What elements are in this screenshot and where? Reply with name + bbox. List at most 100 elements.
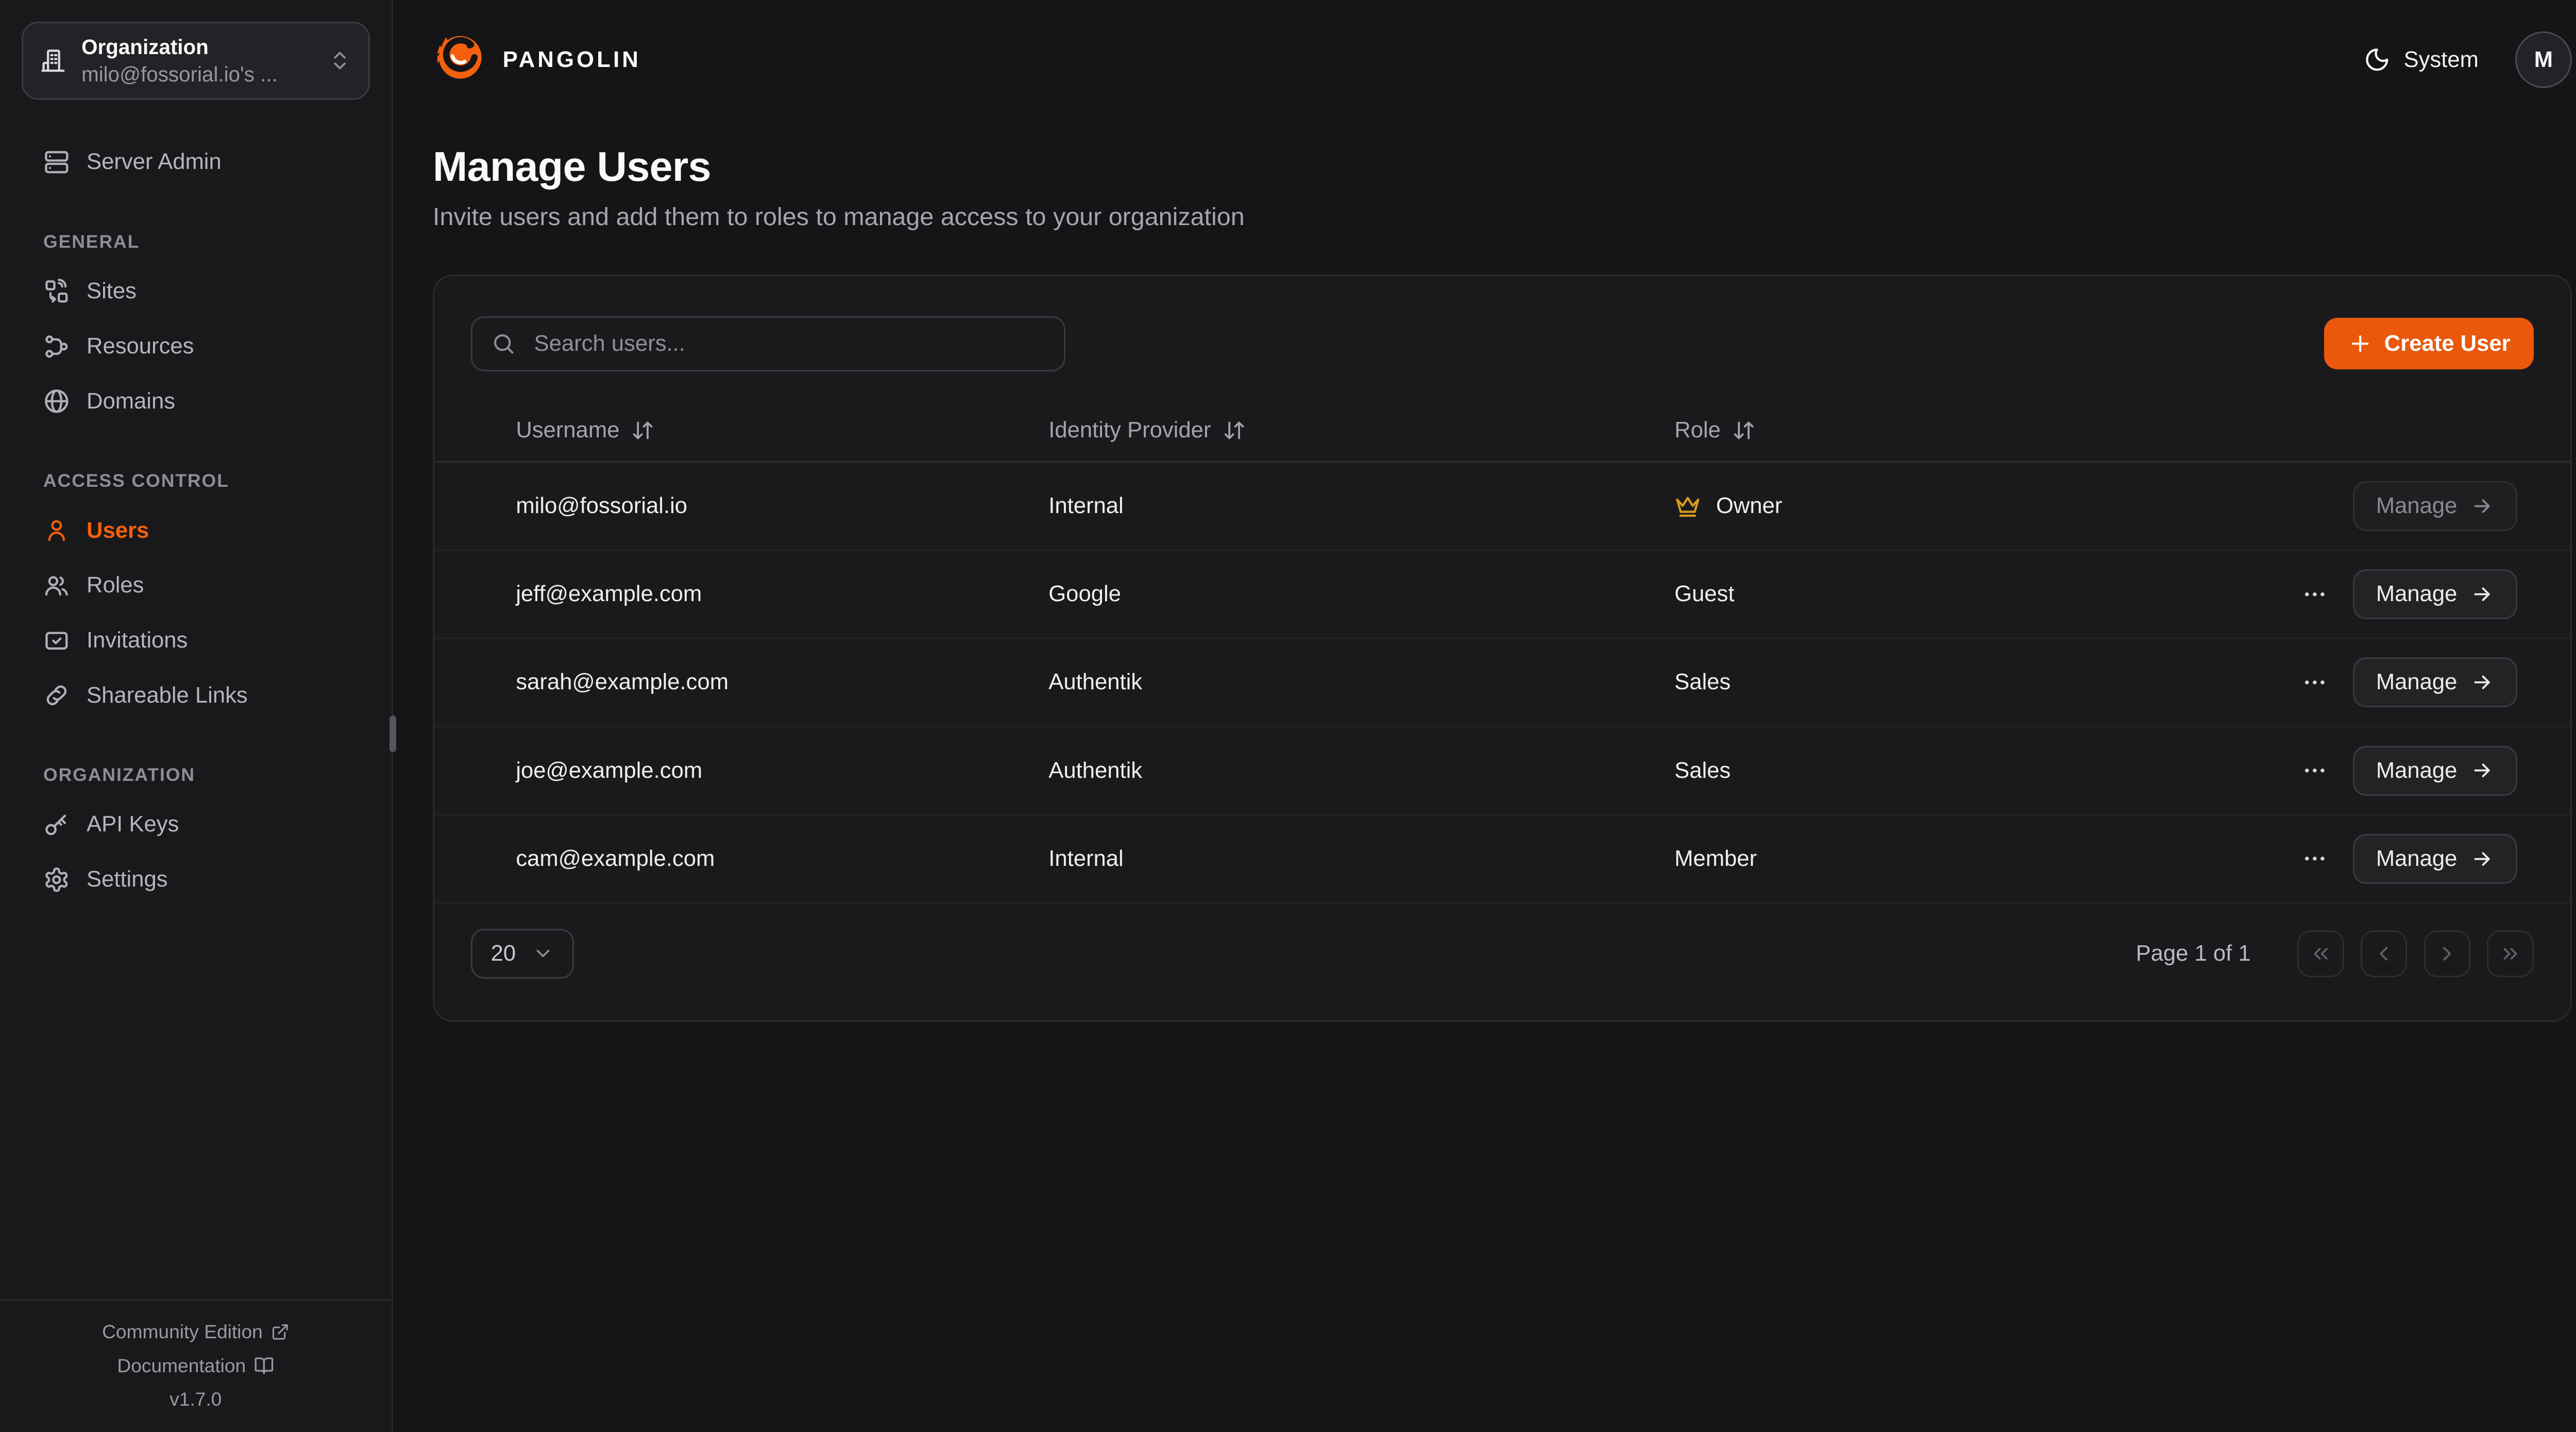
- pagination-controls: Page 1 of 1: [2136, 930, 2534, 977]
- user-icon: [43, 517, 70, 544]
- org-selector-label: Organization: [81, 35, 313, 59]
- manage-button[interactable]: Manage: [2353, 834, 2517, 884]
- sidebar-item-api-keys[interactable]: API Keys: [22, 797, 370, 853]
- cell-identity-provider: Authentik: [1048, 758, 1674, 783]
- chevrons-left-icon: [2309, 942, 2332, 965]
- arrow-right-icon: [2470, 495, 2494, 518]
- sidebar-item-domains[interactable]: Domains: [22, 374, 370, 429]
- card-toolbar: Create User: [434, 276, 2570, 399]
- row-menu-button[interactable]: [2298, 577, 2331, 611]
- sidebar-footer: Community Edition Documentation v1.7.0: [0, 1299, 392, 1432]
- sites-icon: [43, 278, 70, 305]
- sidebar-section-organization: ORGANIZATION API Keys Settings: [22, 764, 370, 907]
- links-icon: [43, 682, 70, 709]
- sidebar-item-resources[interactable]: Resources: [22, 319, 370, 374]
- plus-icon: [2348, 331, 2372, 356]
- users-table: Username Identity Provider Role: [434, 400, 2570, 904]
- manage-button[interactable]: Manage: [2353, 569, 2517, 619]
- sidebar-item-label: Server Admin: [87, 149, 222, 175]
- row-menu-button[interactable]: [2298, 666, 2331, 700]
- key-icon: [43, 811, 70, 838]
- cell-role: Owner: [1674, 493, 2353, 520]
- table-row: milo@fossorial.io Internal Owner Manage: [434, 463, 2570, 551]
- org-selector-text: Organization milo@fossorial.io's ...: [81, 35, 313, 87]
- more-horizontal-icon: [2301, 757, 2328, 784]
- sidebar-item-shareable-links[interactable]: Shareable Links: [22, 668, 370, 723]
- column-header-role[interactable]: Role: [1674, 418, 2517, 443]
- page-subtitle: Invite users and add them to roles to ma…: [433, 202, 2572, 231]
- building-icon: [40, 47, 66, 74]
- cell-identity-provider: Authentik: [1048, 670, 1674, 695]
- table-row: jeff@example.com Google Guest Manage: [434, 551, 2570, 639]
- community-edition-label: Community Edition: [102, 1321, 263, 1343]
- avatar[interactable]: M: [2515, 31, 2572, 88]
- cell-actions: Manage: [2298, 746, 2517, 796]
- sidebar-item-users[interactable]: Users: [22, 503, 370, 558]
- cell-username: cam@example.com: [516, 846, 1048, 872]
- page-content: Manage Users Invite users and add them t…: [395, 143, 2576, 1022]
- invitations-icon: [43, 627, 70, 654]
- sidebar-item-settings[interactable]: Settings: [22, 852, 370, 907]
- table-row: sarah@example.com Authentik Sales Manage: [434, 639, 2570, 727]
- sidebar-item-server-admin[interactable]: Server Admin: [22, 135, 370, 190]
- sidebar-item-label: Sites: [87, 279, 137, 304]
- users-card: Create User Username Identity Provider: [433, 275, 2572, 1021]
- last-page-button[interactable]: [2487, 930, 2533, 977]
- sidebar-section-access-control: ACCESS CONTROL UsersRolesInvitations Share…: [22, 470, 370, 723]
- cell-actions: Manage: [2298, 569, 2517, 619]
- page-size-value: 20: [491, 941, 516, 966]
- manage-button[interactable]: Manage: [2353, 481, 2517, 531]
- table-row: joe@example.com Authentik Sales Manage: [434, 727, 2570, 815]
- manage-button[interactable]: Manage: [2353, 746, 2517, 796]
- cell-username: joe@example.com: [516, 758, 1048, 783]
- section-label: ORGANIZATION: [22, 764, 370, 786]
- row-menu-button[interactable]: [2298, 754, 2331, 788]
- sidebar-item-invitations[interactable]: Invitations: [22, 613, 370, 668]
- card-pagination: 20 Page 1 of 1: [434, 903, 2570, 1020]
- app-window: Organization milo@fossorial.io's ... Ser…: [0, 0, 2576, 1432]
- cell-role: Sales: [1674, 758, 2298, 783]
- theme-toggle[interactable]: System: [2354, 45, 2489, 75]
- more-horizontal-icon: [2301, 845, 2328, 872]
- brand-name: PANGOLIN: [503, 47, 641, 73]
- pangolin-logo-icon: [433, 30, 488, 91]
- section-label: ACCESS CONTROL: [22, 470, 370, 491]
- cell-identity-provider: Internal: [1048, 846, 1674, 872]
- cell-role: Member: [1674, 846, 2298, 872]
- column-header-username[interactable]: Username: [516, 418, 1048, 443]
- documentation-label: Documentation: [117, 1355, 246, 1377]
- sort-icon: [1223, 419, 1246, 442]
- create-user-label: Create User: [2384, 331, 2511, 356]
- community-edition-link[interactable]: Community Edition: [102, 1321, 289, 1343]
- settings-icon: [43, 866, 70, 893]
- sidebar-item-label: API Keys: [87, 812, 179, 837]
- arrow-right-icon: [2470, 759, 2494, 782]
- manage-button[interactable]: Manage: [2353, 657, 2517, 707]
- row-menu-button[interactable]: [2298, 842, 2331, 876]
- table-header-row: Username Identity Provider Role: [434, 400, 2570, 463]
- previous-page-button[interactable]: [2361, 930, 2407, 977]
- page-size-select[interactable]: 20: [471, 929, 574, 979]
- more-horizontal-icon: [2301, 581, 2328, 608]
- external-link-icon: [271, 1323, 290, 1341]
- sidebar-item-label: Shareable Links: [87, 683, 248, 708]
- search-users-input[interactable]: [531, 330, 1045, 358]
- cell-actions: Manage: [2353, 481, 2517, 531]
- sidebar: Organization milo@fossorial.io's ... Ser…: [0, 0, 393, 1432]
- documentation-link[interactable]: Documentation: [117, 1355, 274, 1377]
- org-selector-value: milo@fossorial.io's ...: [81, 62, 313, 87]
- chevron-down-icon: [532, 943, 554, 964]
- next-page-button[interactable]: [2424, 930, 2470, 977]
- cell-username: jeff@example.com: [516, 582, 1048, 607]
- sidebar-resize-handle[interactable]: [389, 715, 396, 752]
- sidebar-item-roles[interactable]: Roles: [22, 558, 370, 613]
- org-selector[interactable]: Organization milo@fossorial.io's ...: [22, 22, 370, 100]
- sidebar-item-label: Domains: [87, 389, 175, 414]
- first-page-button[interactable]: [2297, 930, 2344, 977]
- theme-toggle-label: System: [2404, 47, 2479, 73]
- column-header-identity-provider[interactable]: Identity Provider: [1048, 418, 1674, 443]
- sidebar-item-sites[interactable]: Sites: [22, 264, 370, 319]
- cell-actions: Manage: [2298, 834, 2517, 884]
- search-box: [471, 316, 1065, 371]
- create-user-button[interactable]: Create User: [2324, 318, 2533, 369]
